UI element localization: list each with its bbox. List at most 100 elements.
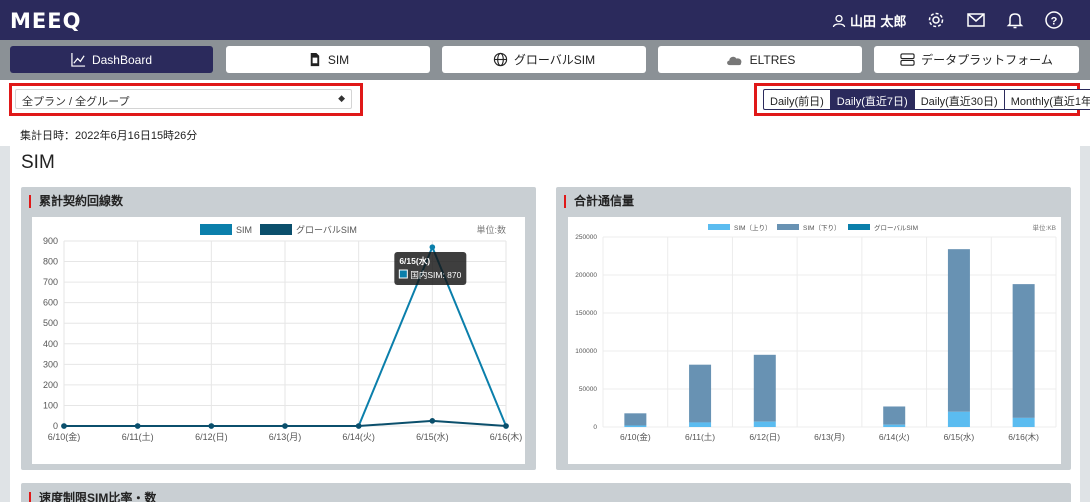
y-tick-label: 200000 [575, 272, 597, 279]
y-tick-label: 250000 [575, 234, 597, 241]
y-tick-label: 50000 [579, 386, 597, 393]
legend-label-global-sim: グローバルSIM [296, 224, 357, 235]
sim-card-icon [310, 52, 320, 67]
aggregation-time: 集計日時：2022年6月16日15時26分 [20, 130, 198, 142]
bar-sim-down [1012, 284, 1035, 418]
nav-sim[interactable]: SIM [226, 46, 430, 73]
legend-swatch [848, 224, 870, 230]
nav-label: グローバルSIM [513, 53, 596, 67]
y-tick-label: 200 [43, 380, 58, 390]
card-speed-limit: 速度制限SIM比率・数 [21, 483, 1071, 502]
x-tick-label: 6/10(金) [620, 432, 651, 442]
nav-global-sim[interactable]: グローバルSIM [442, 46, 646, 73]
nav-label: DashBoard [91, 52, 153, 67]
period-monthly-1year[interactable]: Monthly(直近1年) [1005, 90, 1090, 109]
period-daily-yesterday[interactable]: Daily(前日) [764, 90, 831, 109]
x-tick-label: 6/11(土) [685, 432, 715, 442]
x-tick-label: 6/12(日) [749, 432, 780, 442]
x-tick-label: 6/14(火) [879, 432, 910, 442]
y-tick-label: 100 [43, 400, 58, 410]
period-daily-7days[interactable]: Daily(直近7日) [830, 90, 915, 109]
card-title: 合計通信量 [564, 195, 634, 208]
tooltip-title: 6/15(水) [399, 256, 430, 266]
mail-icon[interactable] [966, 10, 986, 30]
period-selector: Daily(前日) Daily(直近7日) Daily(直近30日) Month… [763, 89, 1090, 110]
bar-sim-down [624, 413, 647, 426]
bar-sim-down [947, 249, 970, 412]
legend-swatch-global-sim [260, 224, 292, 235]
y-tick-label: 800 [43, 257, 58, 267]
legend-label: グローバルSIM [874, 223, 918, 232]
bar-sim-up [883, 424, 906, 427]
legend-swatch-sim [200, 224, 232, 235]
gear-icon[interactable] [926, 10, 946, 30]
x-tick-label: 6/15(水) [416, 431, 449, 442]
nav-label: ELTRES [749, 52, 796, 67]
top-header: MEEQ 山田 太郎 ? [0, 0, 1090, 40]
nav-dashboard[interactable]: DashBoard [10, 46, 213, 73]
help-icon[interactable]: ? [1044, 10, 1064, 30]
x-tick-label: 6/11(土) [122, 431, 154, 442]
bar-sim-up [689, 422, 712, 427]
server-icon [900, 53, 915, 66]
section-title: SIM [21, 152, 55, 173]
period-daily-30days[interactable]: Daily(直近30日) [915, 90, 1005, 109]
bar-sim-up [624, 425, 647, 427]
x-tick-label: 6/12(日) [195, 432, 228, 442]
line-chart: 0 100 200 300 400 500 600 700 800 900 6/10(金) 6/11(… [43, 224, 523, 442]
user-icon [832, 14, 846, 27]
legend-swatch [708, 224, 730, 230]
bar-chart: 0 50000 100000 150000 200000 250000 6/10(金) 6/1… [575, 223, 1057, 442]
data-point [208, 423, 215, 429]
legend-label-sim: SIM [236, 225, 252, 235]
unit-label: 単位:KB [1033, 223, 1056, 232]
x-tick-label: 6/16(木) [490, 431, 523, 442]
bell-icon[interactable] [1005, 10, 1025, 30]
data-point [134, 423, 141, 429]
data-point [429, 244, 436, 250]
y-tick-label: 900 [43, 236, 58, 246]
bar-sim-down [689, 364, 712, 423]
nav-eltres[interactable]: ELTRES [658, 46, 862, 73]
bar-sim-down [753, 354, 776, 422]
x-tick-label: 6/16(木) [1008, 432, 1039, 442]
chart-line-icon [71, 52, 86, 67]
x-tick-label: 6/14(火) [342, 432, 375, 442]
x-tick-label: 6/10(金) [48, 431, 81, 442]
tooltip-swatch [398, 269, 408, 279]
bar-sim-up [1012, 417, 1035, 427]
user-menu[interactable]: 山田 太郎 [832, 11, 907, 30]
card-title: 累計契約回線数 [29, 195, 123, 208]
data-point [429, 418, 436, 424]
legend-swatch [777, 224, 799, 230]
card-title: 速度制限SIM比率・数 [29, 492, 156, 502]
y-tick-label: 100000 [575, 348, 597, 355]
data-point [355, 423, 362, 429]
x-tick-label: 6/13(月) [269, 432, 302, 442]
nav-data-platform[interactable]: データプラットフォーム [874, 46, 1079, 73]
y-tick-label: 600 [43, 298, 58, 308]
tooltip-body: 国内SIM: 870 [410, 270, 461, 280]
y-tick-label: 700 [43, 277, 58, 287]
x-tick-label: 6/15(水) [944, 432, 975, 442]
chart-area: 0 50000 100000 150000 200000 250000 6/10(金) 6/1… [568, 217, 1061, 464]
y-tick-label: 150000 [575, 310, 597, 317]
bar-sim-down [883, 406, 906, 425]
y-tick-label: 400 [43, 339, 58, 349]
svg-text:?: ? [1051, 16, 1058, 28]
bar-sim-up [753, 421, 776, 427]
select-caret-icon: ◆ [338, 93, 345, 103]
data-point [503, 423, 509, 429]
plan-group-select[interactable]: 全プラン / 全グループ ◆ [15, 89, 352, 109]
logo[interactable]: MEEQ [10, 9, 81, 33]
y-tick-label: 0 [593, 424, 597, 431]
nav-label: SIM [327, 52, 350, 67]
legend-label: SIM（上り） [734, 223, 772, 232]
x-tick-label: 6/13(月) [814, 432, 845, 442]
y-tick-label: 300 [43, 359, 58, 369]
bar-sim-up [947, 411, 970, 427]
main-nav: DashBoard SIM グローバルSIM ELTRES データプラットフォー… [0, 40, 1090, 80]
data-point [282, 423, 288, 429]
unit-label: 単位:数 [476, 224, 506, 235]
card-contract-lines: 累計契約回線数 0 100 200 300 400 500 600 700 800 900 6/10… [21, 187, 536, 470]
